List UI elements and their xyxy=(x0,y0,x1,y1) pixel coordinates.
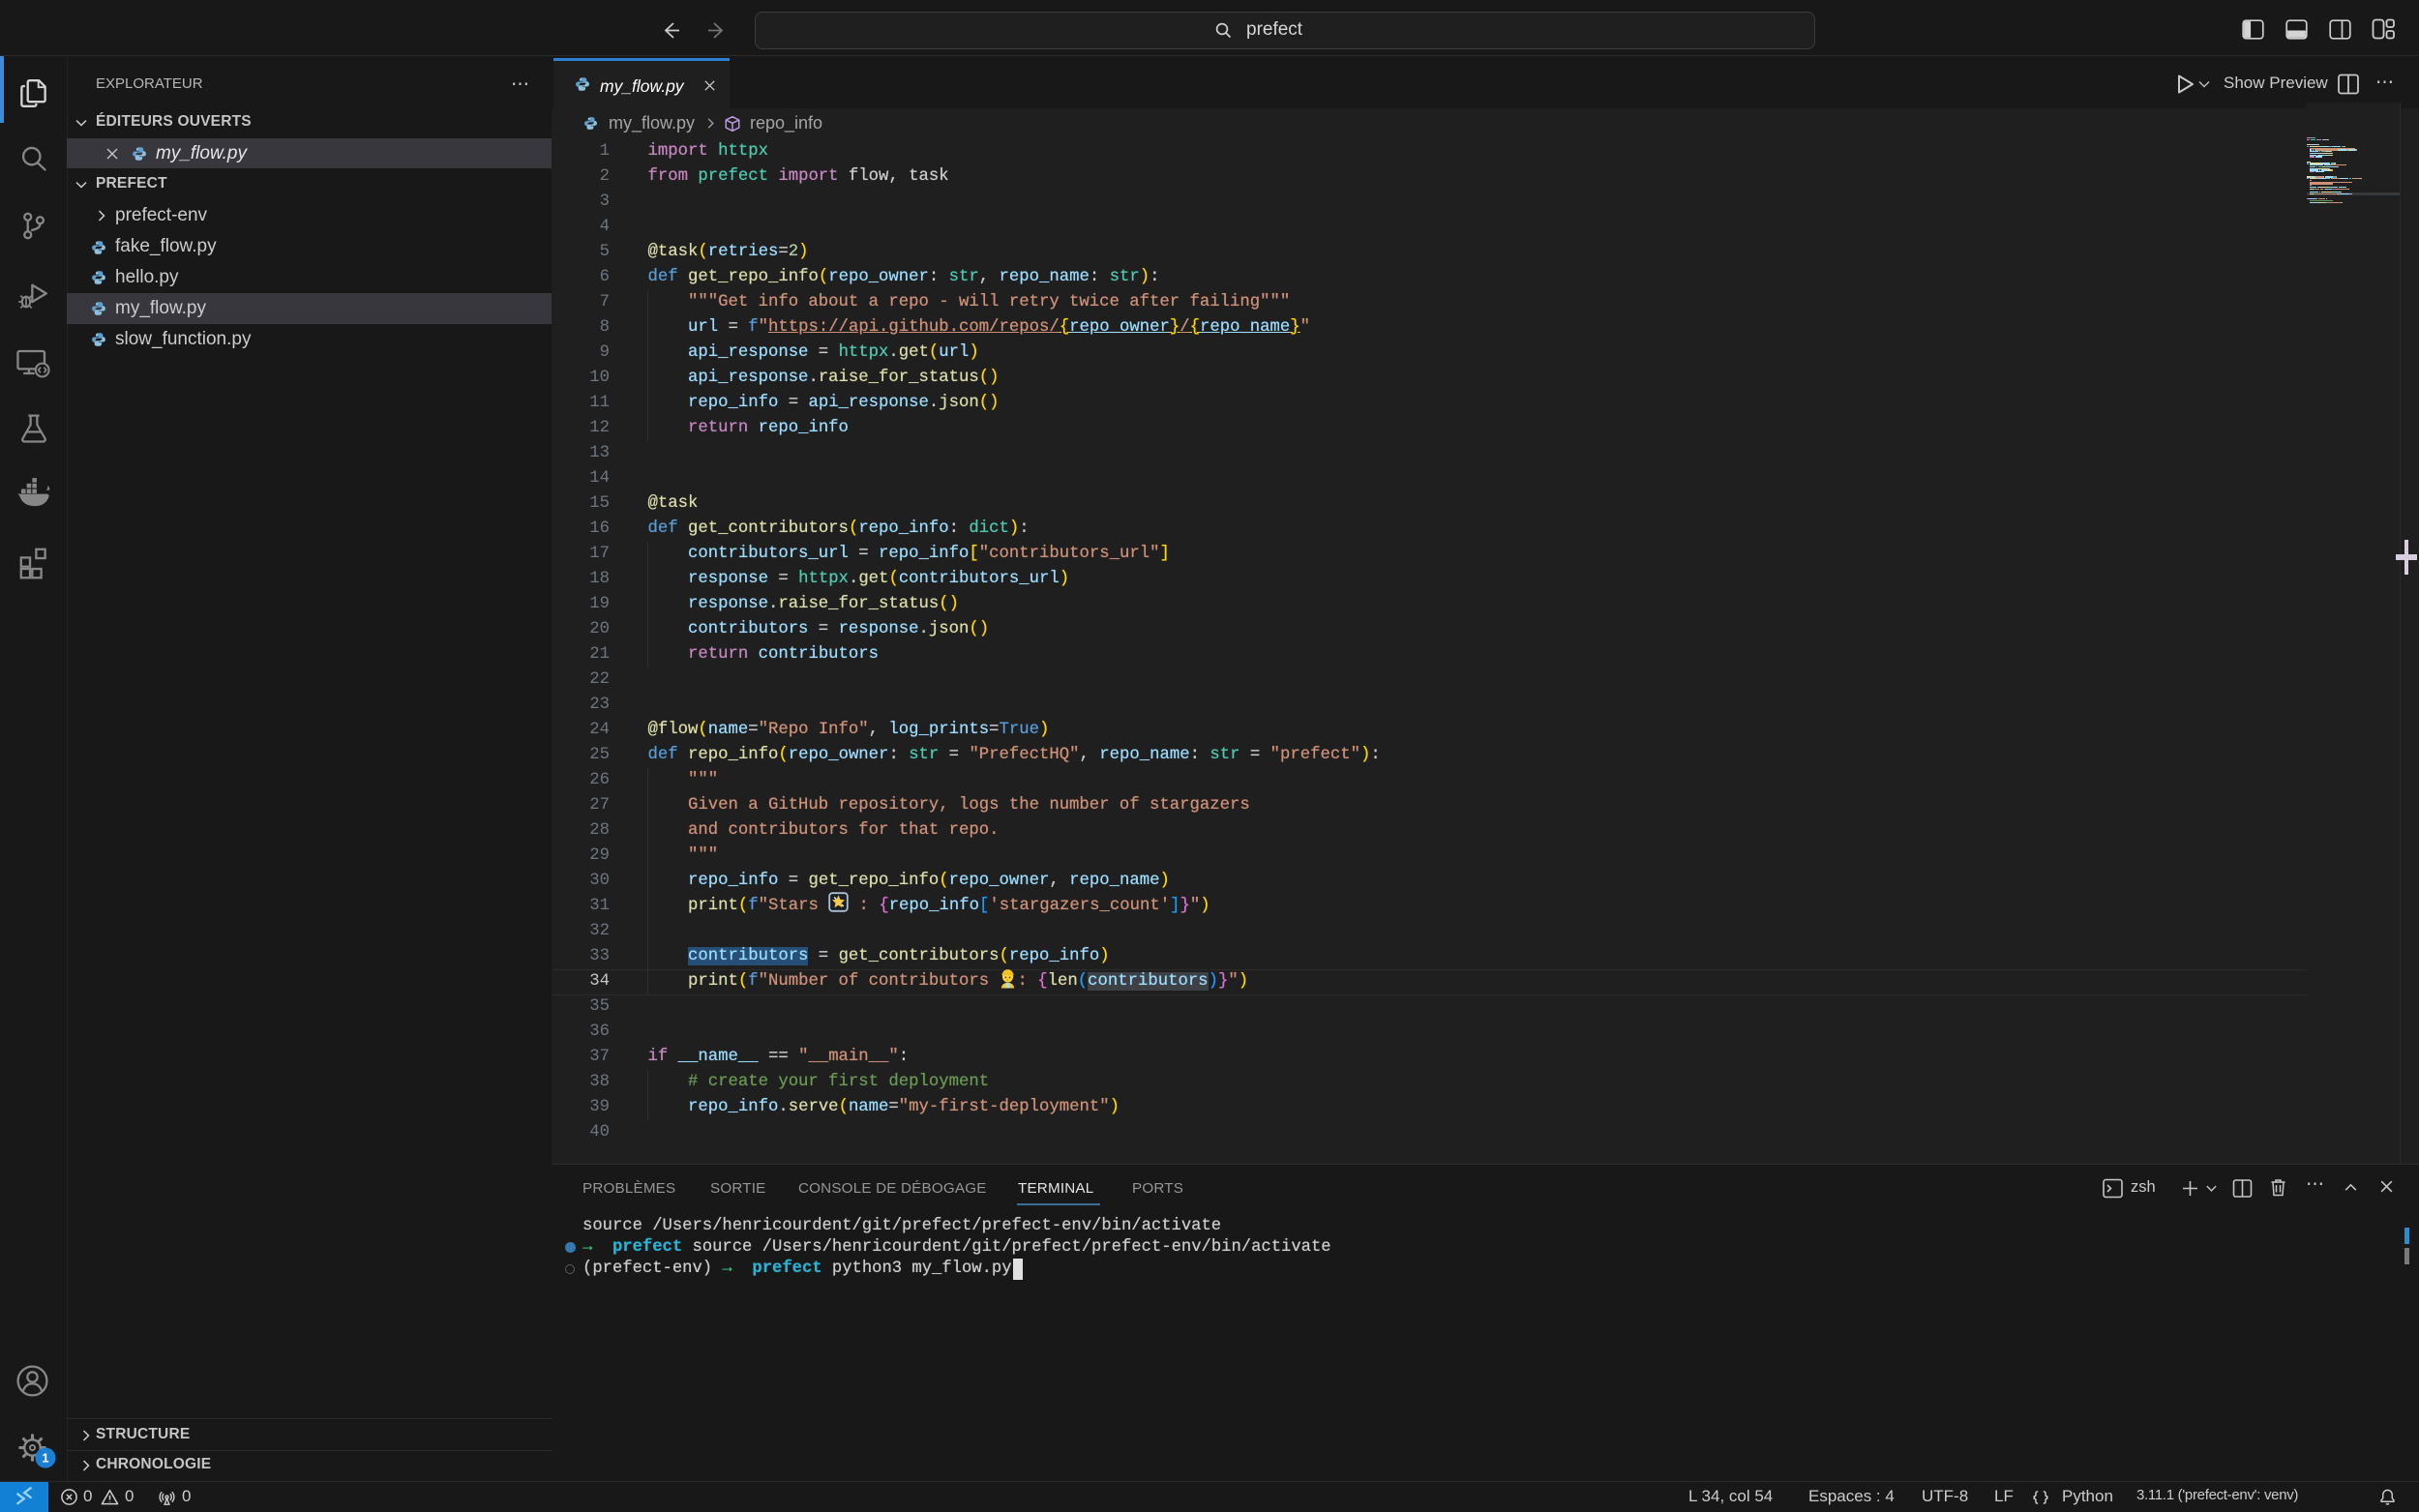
svg-text:1: 1 xyxy=(42,1450,48,1465)
